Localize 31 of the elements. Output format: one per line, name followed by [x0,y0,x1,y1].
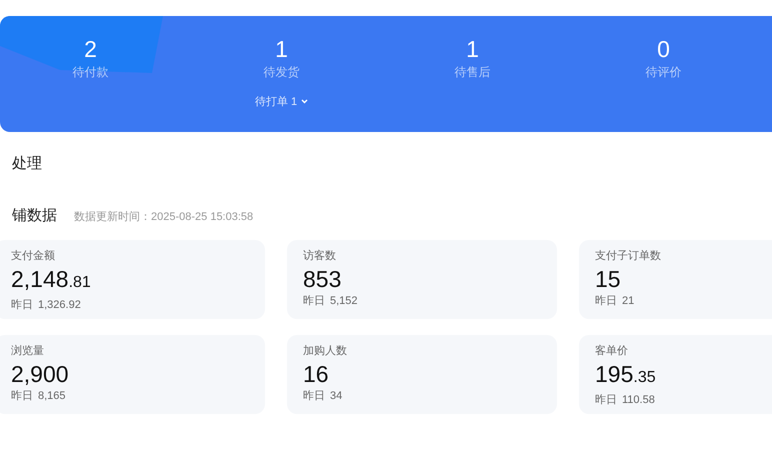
metric-label: 加购人数 [303,344,348,359]
print-dropdown[interactable]: 待打单 1 [252,93,310,110]
status-label: 待付款 [72,64,108,80]
yesterday-value: 昨日 5,152 [303,294,359,309]
yesterday-value: 昨日 8,165 [11,389,67,404]
status-count: 0 [657,35,670,63]
status-label: 待评价 [646,64,682,80]
metric-label: 浏览量 [11,344,45,359]
status-label: 待售后 [454,64,490,80]
status-label: 待发货 [264,64,300,80]
metric-value: 2,900 [11,360,70,388]
metric-value: 853 [303,265,342,293]
metric-label: 访客数 [303,249,337,264]
yesterday-value: 昨日 34 [303,389,344,404]
section-title: 处理 [12,155,42,172]
metric-label: 支付金额 [11,249,56,264]
metric-label: 支付子订单数 [595,249,662,264]
status-count: 1 [275,35,288,63]
metric-label: 客单价 [595,344,629,359]
yesterday-value: 昨日 1,326.92 [11,298,82,313]
update-time: 数据更新时间：2025-08-25 15:03:58 [74,210,254,224]
metric-value: 2,148.81 [11,265,92,294]
yesterday-value: 昨日 21 [595,294,636,309]
caret-icon [301,99,308,104]
metric-value: 15 [595,265,622,293]
status-count: 2 [84,35,97,63]
section-title: 铺数据 [12,206,57,226]
status-count: 1 [466,35,479,63]
metric-value: 16 [303,360,330,388]
metric-value: 195.35 [595,360,657,389]
yesterday-value: 昨日 110.58 [595,393,656,408]
